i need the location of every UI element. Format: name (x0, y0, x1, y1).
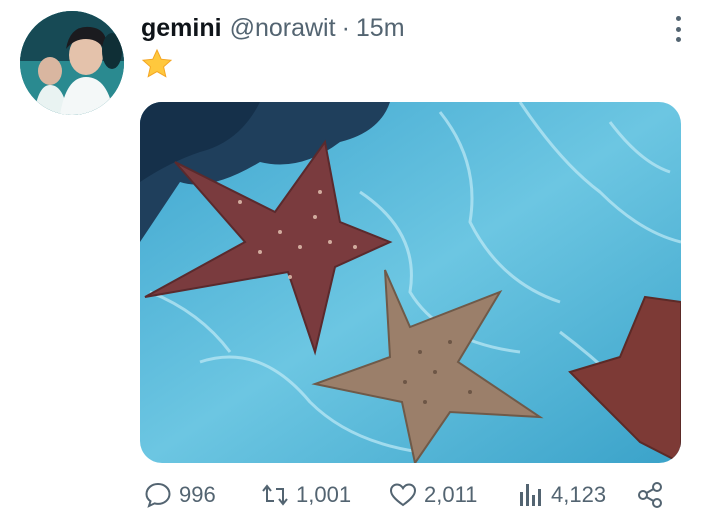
user-handle[interactable]: @norawit (230, 14, 336, 43)
retweet-icon (262, 484, 288, 506)
display-name[interactable]: gemini (141, 14, 222, 43)
views-button[interactable]: 4,123 (515, 478, 606, 512)
heart-icon (389, 483, 417, 507)
tweet-actions: 996 1,001 2,011 4,123 (140, 478, 680, 512)
share-icon (638, 482, 662, 508)
more-icon-dot (675, 37, 681, 42)
tweet-header: gemini @norawit · 15m (141, 14, 405, 48)
reply-count: 996 (179, 482, 216, 507)
like-count: 2,011 (424, 482, 478, 507)
retweet-button[interactable]: 1,001 (260, 478, 351, 512)
reply-button[interactable]: 996 (143, 478, 216, 512)
star-emoji-icon (141, 48, 173, 78)
views-icon (520, 484, 541, 506)
avatar-image (20, 11, 124, 115)
tweet-media-photo[interactable] (140, 102, 681, 463)
reply-icon (145, 482, 171, 508)
avatar[interactable] (20, 11, 124, 115)
views-count: 4,123 (551, 482, 607, 507)
more-icon-dot (675, 26, 681, 32)
retweet-count: 1,001 (296, 482, 352, 507)
tweet-timestamp[interactable]: 15m (356, 14, 405, 43)
tweet-text (141, 48, 181, 82)
tweet[interactable]: gemini @norawit · 15m 996 1,001 2,011 4,… (0, 0, 720, 519)
share-button[interactable] (635, 478, 665, 512)
more-options-button[interactable] (666, 14, 690, 44)
starfish-photo (140, 102, 681, 463)
like-button[interactable]: 2,011 (388, 478, 477, 512)
separator-dot: · (341, 14, 350, 42)
more-icon-dot (675, 16, 681, 21)
